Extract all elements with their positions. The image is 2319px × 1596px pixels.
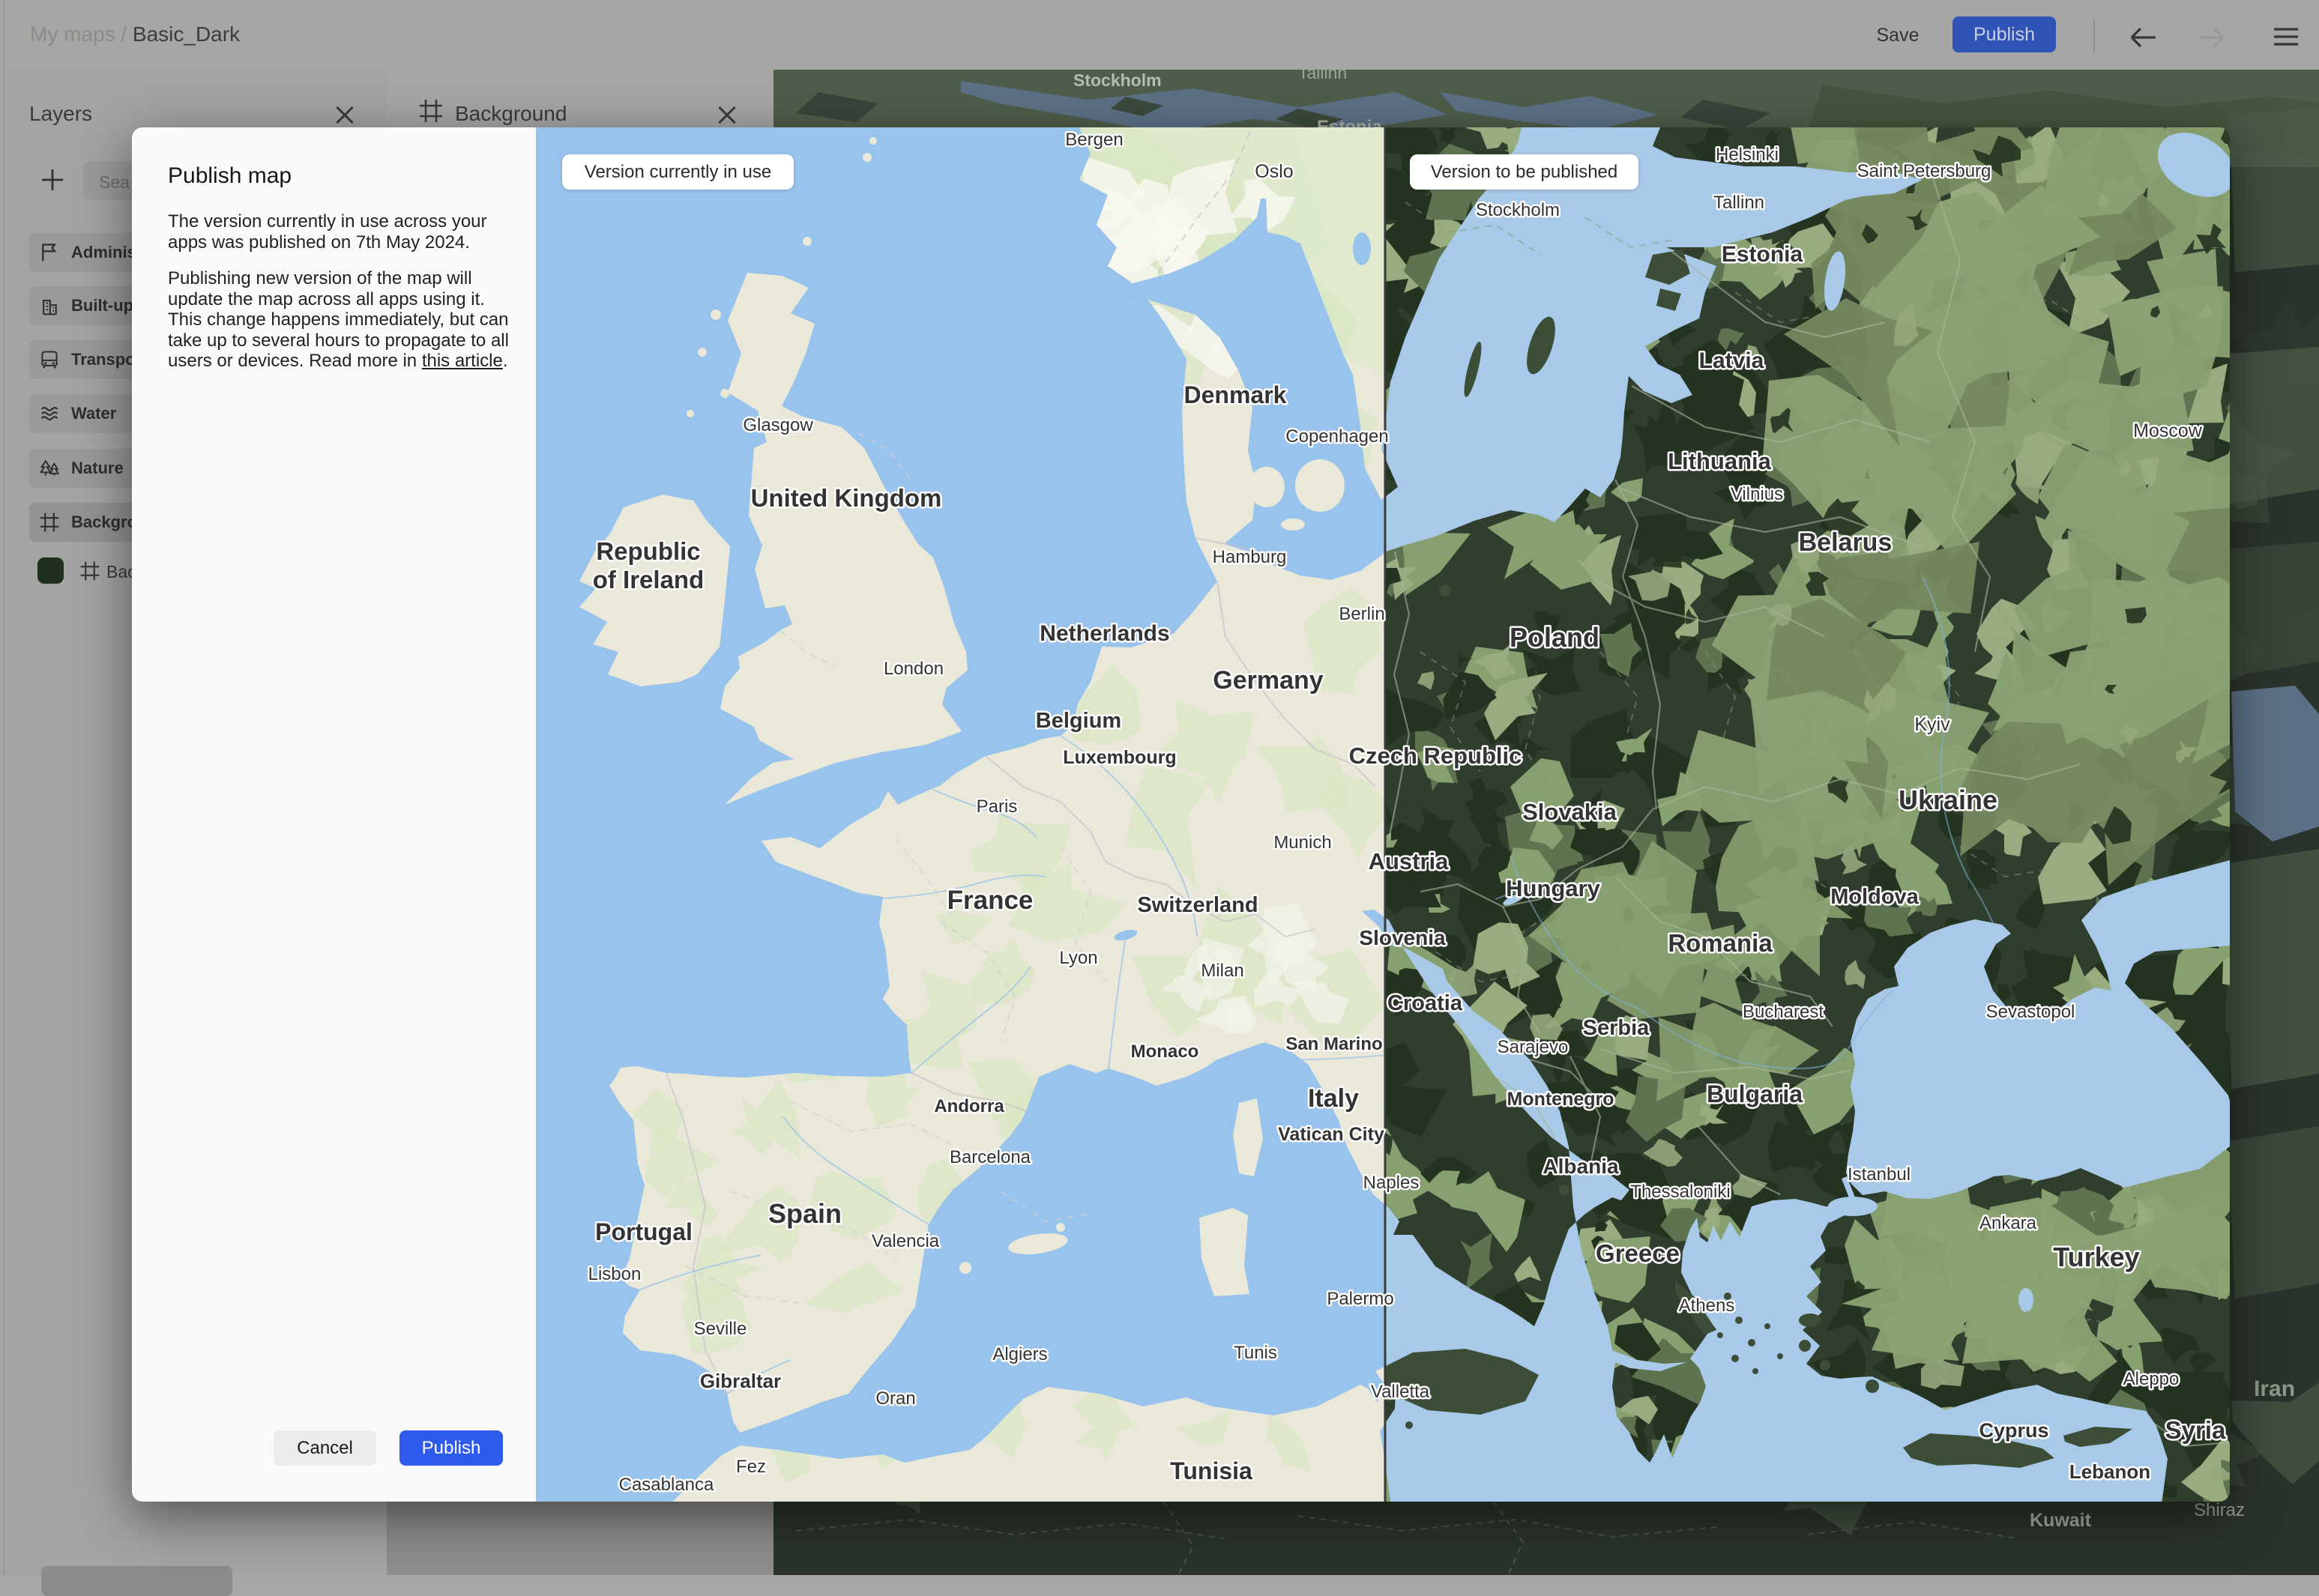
- svg-text:Paris: Paris: [977, 797, 1018, 817]
- svg-text:Republic: Republic: [596, 537, 700, 565]
- svg-text:Lebanon: Lebanon: [2069, 1460, 2150, 1483]
- svg-text:Barcelona: Barcelona: [950, 1147, 1031, 1167]
- svg-text:Kuwait: Kuwait: [2030, 1510, 2092, 1531]
- svg-text:Lithuania: Lithuania: [1668, 448, 1772, 474]
- svg-text:Ankara: Ankara: [1979, 1213, 2037, 1233]
- svg-text:Estonia: Estonia: [1722, 242, 1803, 267]
- svg-text:Fez: Fez: [736, 1457, 766, 1477]
- svg-text:Netherlands: Netherlands: [1040, 621, 1169, 646]
- svg-text:Seville: Seville: [694, 1319, 747, 1339]
- svg-text:Copenhagen: Copenhagen: [1285, 426, 1388, 447]
- svg-text:Syria: Syria: [2165, 1416, 2226, 1444]
- svg-text:Casablanca: Casablanca: [619, 1475, 714, 1495]
- svg-text:Serbia: Serbia: [1583, 1016, 1650, 1040]
- svg-text:Czech Republic: Czech Republic: [1349, 743, 1522, 769]
- svg-text:Thessaloniki: Thessaloniki: [1630, 1182, 1730, 1202]
- svg-text:Italy: Italy: [1308, 1084, 1359, 1113]
- svg-text:Gibraltar: Gibraltar: [700, 1370, 781, 1392]
- svg-text:Glasgow: Glasgow: [743, 415, 813, 435]
- svg-text:Shiraz: Shiraz: [2194, 1500, 2245, 1520]
- svg-text:Tallinn: Tallinn: [1298, 70, 1347, 82]
- svg-text:Tunisia: Tunisia: [1170, 1457, 1252, 1484]
- svg-text:Turkey: Turkey: [2053, 1242, 2139, 1272]
- svg-text:Iran: Iran: [2254, 1376, 2295, 1401]
- svg-text:London: London: [884, 659, 944, 679]
- svg-text:Monaco: Monaco: [1131, 1042, 1199, 1062]
- svg-text:Stockholm: Stockholm: [1476, 200, 1560, 220]
- svg-text:Ukraine: Ukraine: [1899, 785, 1997, 815]
- svg-text:Cyprus: Cyprus: [1979, 1419, 2048, 1442]
- svg-text:United Kingdom: United Kingdom: [751, 484, 942, 512]
- svg-text:Istanbul: Istanbul: [1848, 1164, 1911, 1185]
- svg-text:Bulgaria: Bulgaria: [1707, 1080, 1803, 1107]
- svg-text:Austria: Austria: [1369, 848, 1450, 874]
- svg-text:Milan: Milan: [1201, 961, 1243, 981]
- svg-text:Kyiv: Kyiv: [1914, 714, 1950, 735]
- svg-text:Sarajevo: Sarajevo: [1498, 1037, 1569, 1057]
- svg-text:Tunis: Tunis: [1234, 1343, 1277, 1363]
- svg-text:Belgium: Belgium: [1036, 709, 1121, 733]
- svg-text:Oslo: Oslo: [1255, 161, 1293, 182]
- svg-text:Belarus: Belarus: [1799, 528, 1893, 557]
- svg-text:Oran: Oran: [875, 1388, 915, 1409]
- svg-text:Slovenia: Slovenia: [1359, 926, 1446, 949]
- svg-text:Hamburg: Hamburg: [1213, 547, 1287, 567]
- svg-text:of Ireland: of Ireland: [593, 566, 705, 593]
- svg-text:Switzerland: Switzerland: [1137, 893, 1258, 917]
- svg-text:Berlin: Berlin: [1339, 604, 1384, 624]
- svg-text:Helsinki: Helsinki: [1716, 145, 1779, 165]
- svg-text:Bergen: Bergen: [1065, 130, 1123, 150]
- svg-text:Vilnius: Vilnius: [1731, 484, 1783, 504]
- svg-text:Valletta: Valletta: [1371, 1382, 1430, 1402]
- svg-text:Lisbon: Lisbon: [588, 1264, 642, 1284]
- svg-text:Poland: Poland: [1510, 622, 1599, 653]
- svg-text:Bucharest: Bucharest: [1743, 1002, 1824, 1022]
- svg-text:Valencia: Valencia: [872, 1231, 940, 1251]
- svg-text:Palermo: Palermo: [1327, 1289, 1393, 1309]
- svg-text:Slovakia: Slovakia: [1522, 799, 1617, 825]
- svg-text:Athens: Athens: [1679, 1296, 1735, 1316]
- svg-text:Vatican City: Vatican City: [1278, 1124, 1384, 1145]
- svg-text:Munich: Munich: [1273, 832, 1331, 853]
- svg-text:Denmark: Denmark: [1184, 381, 1287, 408]
- svg-text:Naples: Naples: [1363, 1173, 1420, 1193]
- svg-text:Saint Petersburg: Saint Petersburg: [1857, 161, 1991, 181]
- svg-text:Latvia: Latvia: [1699, 348, 1764, 373]
- svg-text:Croatia: Croatia: [1387, 991, 1463, 1015]
- svg-text:Spain: Spain: [768, 1198, 842, 1229]
- svg-text:Tallinn: Tallinn: [1713, 193, 1764, 213]
- svg-text:Stockholm: Stockholm: [1073, 70, 1162, 90]
- svg-text:Moldova: Moldova: [1830, 885, 1919, 909]
- svg-text:Greece: Greece: [1596, 1239, 1680, 1267]
- svg-text:Germany: Germany: [1213, 666, 1323, 695]
- svg-text:Montenegro: Montenegro: [1507, 1089, 1614, 1110]
- svg-text:France: France: [947, 886, 1034, 915]
- svg-text:Hungary: Hungary: [1506, 875, 1601, 901]
- svg-text:San Marino: San Marino: [1285, 1034, 1382, 1054]
- svg-text:Sevastopol: Sevastopol: [1986, 1002, 2075, 1022]
- svg-text:Luxembourg: Luxembourg: [1063, 747, 1176, 768]
- svg-text:Portugal: Portugal: [595, 1218, 693, 1245]
- svg-text:Albania: Albania: [1543, 1155, 1619, 1178]
- svg-text:Algiers: Algiers: [992, 1344, 1047, 1364]
- svg-text:Andorra: Andorra: [934, 1096, 1004, 1116]
- svg-text:Moscow: Moscow: [2133, 420, 2203, 441]
- svg-text:Lyon: Lyon: [1059, 948, 1097, 968]
- svg-text:Aleppo: Aleppo: [2123, 1369, 2180, 1389]
- svg-text:Romania: Romania: [1668, 929, 1773, 957]
